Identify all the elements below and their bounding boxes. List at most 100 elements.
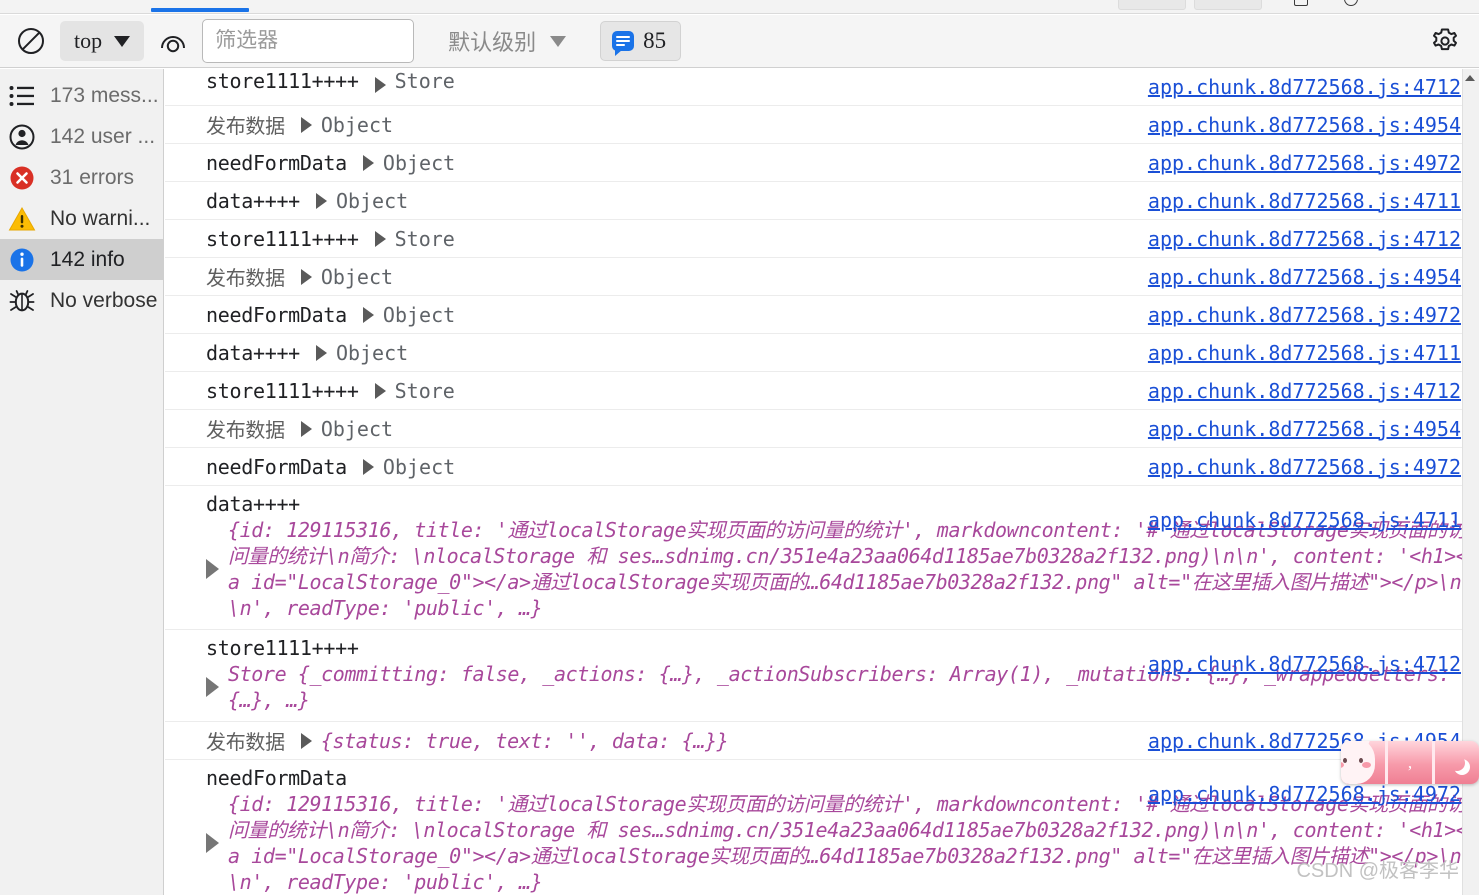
console-row[interactable]: needFormData Object app.chunk.8d772568.j… [165,144,1479,182]
source-link[interactable]: app.chunk.8d772568.js:4712 [1148,379,1461,403]
sidebar-item-label: No verbose [50,288,158,312]
source-link[interactable]: app.chunk.8d772568.js:4712 [1148,227,1461,251]
speech-bubble-icon [612,31,635,56]
console-row-label: 发布数据 [206,268,285,290]
expand-triangle-icon[interactable] [374,77,386,93]
devtools-console-panel: top 默认级别 85 [0,0,1479,895]
console-row-object-type: Object [335,188,409,213]
sidebar-item-label: 142 info [50,247,125,271]
filter-input[interactable] [202,19,415,63]
expand-triangle-icon[interactable] [315,344,327,361]
expand-triangle-icon[interactable] [206,677,219,697]
source-link[interactable]: app.chunk.8d772568.js:4711 [1148,341,1461,365]
clear-console-icon[interactable] [12,22,50,60]
log-level-label: 默认级别 [448,30,537,55]
toolbar-ghost-icon-1[interactable] [1294,0,1308,6]
expand-triangle-icon[interactable] [374,382,386,399]
ime-theme-toggle[interactable] [1435,741,1479,784]
watermark: CSDN @极客李华 [1296,860,1459,882]
object-preview: {status: true, text: '', data: {…}} [320,728,729,753]
console-toolbar: top 默认级别 85 [0,15,1479,68]
moon-icon [1449,755,1465,771]
message-count-value: 85 [643,28,667,53]
source-link[interactable]: app.chunk.8d772568.js:4711 [1148,508,1461,532]
console-row-object-type: Object [320,264,394,289]
chevron-down-icon [550,35,567,47]
ime-punctuation-toggle[interactable]: , [1388,741,1435,784]
expand-triangle-icon[interactable] [362,154,374,171]
source-link[interactable]: app.chunk.8d772568.js:4711 [1148,189,1461,213]
expand-triangle-icon[interactable] [206,559,219,579]
message-count-badge[interactable]: 85 [600,21,682,61]
source-link[interactable]: app.chunk.8d772568.js:4972 [1148,303,1461,327]
console-row[interactable]: needFormData Object app.chunk.8d772568.j… [165,448,1479,486]
log-level-selector[interactable]: 默认级别 [438,21,576,61]
source-link[interactable]: app.chunk.8d772568.js:4954 [1148,113,1461,137]
expand-triangle-icon[interactable] [362,458,374,475]
info-icon [8,246,36,274]
console-row[interactable]: store1111++++ Store app.chunk.8d772568.j… [165,372,1479,410]
sidebar-item-errors[interactable]: 31 errors [0,157,163,198]
source-link[interactable]: app.chunk.8d772568.js:4972 [1148,782,1461,806]
console-row[interactable]: data++++ Object app.chunk.8d772568.js:47… [165,334,1479,372]
console-row[interactable]: store1111++++ Store app.chunk.8d772568.j… [165,69,1479,106]
console-row-expanded[interactable]: store1111++++ Store {_committing: false,… [165,630,1479,722]
source-link[interactable]: app.chunk.8d772568.js:4954 [1148,417,1461,441]
source-link[interactable]: app.chunk.8d772568.js:4972 [1148,455,1461,479]
sidebar-item-user-messages[interactable]: 142 user ... [0,116,163,157]
warning-icon [8,205,36,233]
execution-context-label: top [74,28,103,53]
gear-icon[interactable] [1423,19,1467,63]
object-preview: {id: 129115316, title: '通过localStorage实现… [228,518,1468,620]
console-row-expanded[interactable]: data++++ {id: 129115316, title: '通过local… [165,486,1479,630]
scroll-up-arrow-icon[interactable] [1465,75,1475,81]
console-row-object-type: Store [394,378,455,403]
console-row-object-type: Object [382,150,456,175]
expand-triangle-icon[interactable] [300,116,312,133]
toolbar-ghost-button-1[interactable] [1118,0,1186,10]
console-row[interactable]: 发布数据 Object app.chunk.8d772568.js:4954 [165,258,1479,296]
ime-floating-toolbar[interactable]: 中 , [1341,741,1479,784]
console-row-label: store1111++++ [206,378,359,403]
sidebar-item-info[interactable]: 142 info [0,239,163,280]
ime-language-toggle[interactable]: 中 [1341,741,1388,784]
console-row-expanded[interactable]: needFormData {id: 129115316, title: '通过l… [165,760,1479,895]
toolbar-ghost-button-2[interactable] [1194,0,1262,10]
source-link[interactable]: app.chunk.8d772568.js:4954 [1148,265,1461,289]
sidebar-item-warnings[interactable]: No warni... [0,198,163,239]
expand-triangle-icon[interactable] [362,306,374,323]
bug-icon [8,287,36,315]
toolbar-ghost-icon-2[interactable] [1344,0,1358,6]
source-link[interactable]: app.chunk.8d772568.js:4712 [1148,75,1461,99]
sidebar-item-label: 173 mess... [50,83,159,107]
sidebar-item-verbose[interactable]: No verbose [0,280,163,321]
console-row-object-type: Object [382,302,456,327]
expand-triangle-icon[interactable] [374,230,386,247]
console-row-label: needFormData [206,150,347,175]
console-sidebar: 173 mess... 142 user ... 31 errors No wa… [0,69,164,895]
console-row[interactable]: data++++ Object app.chunk.8d772568.js:47… [165,182,1479,220]
console-row[interactable]: needFormData Object app.chunk.8d772568.j… [165,296,1479,334]
expand-triangle-icon[interactable] [206,833,219,853]
expand-triangle-icon[interactable] [300,268,312,285]
expand-triangle-icon[interactable] [300,732,312,749]
sidebar-item-messages[interactable]: 173 mess... [0,75,163,116]
source-link[interactable]: app.chunk.8d772568.js:4712 [1148,652,1461,676]
expand-triangle-icon[interactable] [315,192,327,209]
error-icon [8,164,36,192]
console-log-list[interactable]: store1111++++ Store app.chunk.8d772568.j… [165,69,1479,895]
user-icon [8,123,36,151]
console-row[interactable]: 发布数据 {status: true, text: '', data: {…}}… [165,722,1479,760]
console-row-label: 发布数据 [206,116,285,138]
console-row[interactable]: 发布数据 Object app.chunk.8d772568.js:4954 [165,410,1479,448]
console-row[interactable]: store1111++++ Store app.chunk.8d772568.j… [165,220,1479,258]
console-row-object-type: Object [320,112,394,137]
execution-context-selector[interactable]: top [60,21,145,61]
console-row-label: data++++ [206,188,300,213]
expand-triangle-icon[interactable] [300,420,312,437]
list-icon [8,82,36,110]
eye-icon[interactable] [154,22,192,60]
source-link[interactable]: app.chunk.8d772568.js:4972 [1148,151,1461,175]
console-row[interactable]: 发布数据 Object app.chunk.8d772568.js:4954 [165,106,1479,144]
comma-icon: , [1407,752,1413,772]
